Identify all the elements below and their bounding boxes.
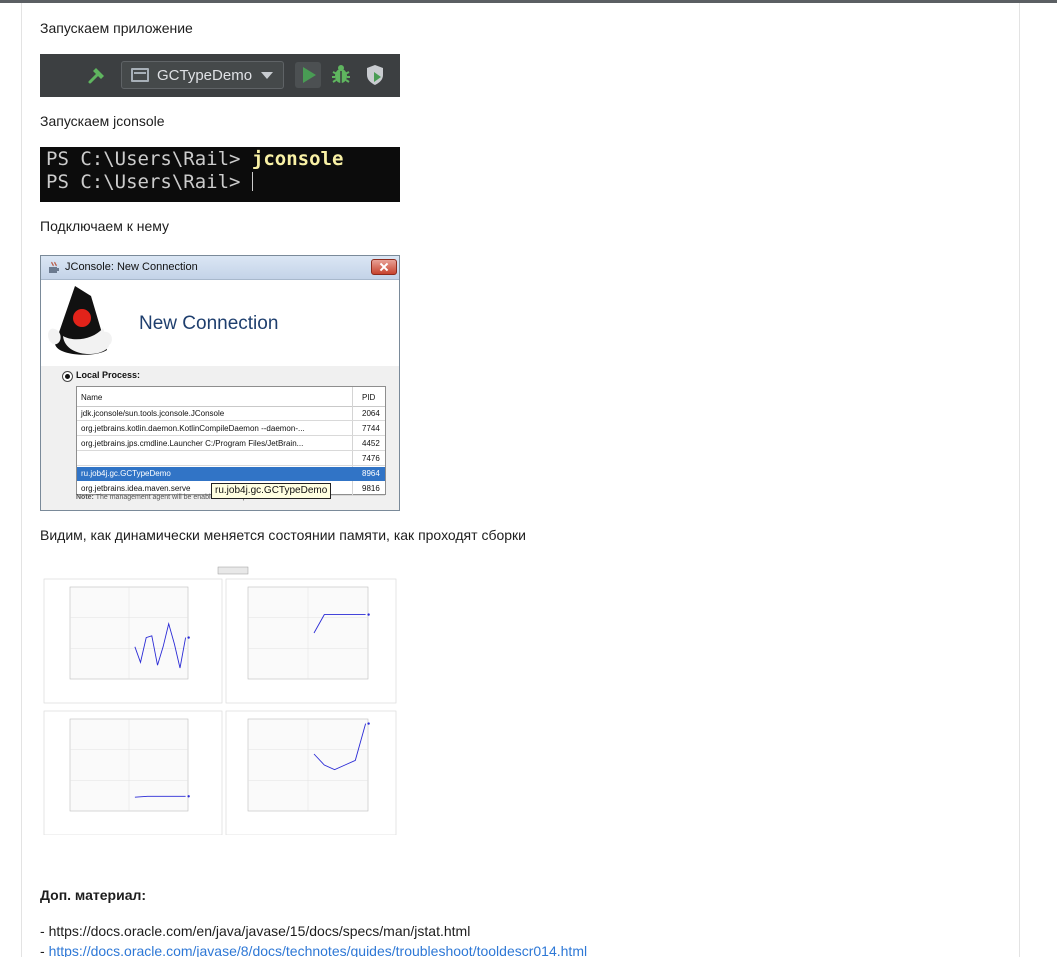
column-header-name[interactable]: Name: [81, 393, 102, 402]
dialog-heading: New Connection: [139, 313, 279, 334]
chevron-down-icon: [261, 72, 273, 79]
process-pid: 8964: [362, 469, 380, 478]
chart-series-marker: [367, 613, 370, 616]
duke-mascot-icon: [48, 286, 112, 355]
chart-series-marker: [187, 636, 190, 639]
dialog-header: New Connection: [41, 280, 399, 366]
extra-material-title: Доп. материал:: [40, 887, 147, 903]
time-range-select: [217, 566, 249, 575]
terminal-prompt: PS C:\Users\Rail>: [46, 148, 252, 170]
window-icon: [131, 68, 149, 82]
table-row[interactable]: 7476: [77, 452, 385, 466]
play-icon[interactable]: [295, 62, 321, 88]
ide-toolbar-screenshot: GCTypeDemo: [40, 54, 400, 97]
note-label: Note:: [76, 494, 94, 501]
terminal-command: jconsole: [251, 148, 344, 170]
dialog-titlebar: JConsole: New Connection: [41, 256, 399, 280]
list-bullet: -: [40, 923, 49, 939]
table-row-selected[interactable]: ru.job4j.gc.GCTypeDemo 8964: [77, 467, 385, 481]
terminal-cursor: [251, 172, 253, 191]
coverage-icon[interactable]: [363, 63, 387, 87]
extra-url-text: https://docs.oracle.com/en/java/javase/1…: [48, 923, 471, 939]
jconsole-overview-screenshot: [40, 561, 400, 835]
run-config-select[interactable]: GCTypeDemo: [121, 61, 284, 89]
local-process-label: Local Process:: [76, 370, 141, 380]
extra-link-row: - https://docs.oracle.com/en/java/javase…: [40, 923, 470, 940]
step-text-run-app: Запускаем приложение: [40, 20, 193, 36]
list-bullet: -: [40, 943, 49, 957]
overview-charts: [43, 566, 397, 835]
step-text-connect: Подключаем к нему: [40, 218, 170, 234]
dialog-title: JConsole: New Connection: [65, 261, 198, 273]
bug-icon[interactable]: [330, 63, 352, 85]
chart-series-marker: [367, 722, 370, 725]
table-row[interactable]: jdk.jconsole/sun.tools.jconsole.JConsole…: [77, 407, 385, 421]
terminal-line-2: PS C:\Users\Rail>: [46, 171, 394, 194]
process-table: Name PID jdk.jconsole/sun.tools.jconsole…: [76, 386, 386, 496]
process-table-header: Name PID: [77, 387, 385, 407]
local-process-radio[interactable]: [62, 371, 73, 382]
table-row[interactable]: org.jetbrains.jps.cmdline.Launcher C:/Pr…: [77, 437, 385, 451]
process-pid: 9816: [362, 484, 380, 493]
step-text-run-jconsole: Запускаем jconsole: [40, 113, 165, 129]
process-name: ru.job4j.gc.GCTypeDemo: [81, 469, 171, 478]
run-config-label: GCTypeDemo: [157, 67, 253, 84]
process-pid: 7744: [362, 424, 380, 433]
extra-url-link[interactable]: https://docs.oracle.com/javase/8/docs/te…: [49, 943, 588, 957]
jconsole-dialog-screenshot: JConsole: New Connection New Connection …: [40, 255, 400, 511]
process-pid: 2064: [362, 409, 380, 418]
process-pid: 4452: [362, 439, 380, 448]
extra-link-row: - https://docs.oracle.com/javase/8/docs/…: [40, 943, 587, 957]
step-text-watch-memory: Видим, как динамически меняется состояни…: [40, 527, 526, 543]
process-pid: 7476: [362, 454, 380, 463]
hammer-icon: [88, 68, 104, 84]
terminal-line-1: PS C:\Users\Rail> jconsole: [46, 148, 394, 171]
chart-series-marker: [187, 795, 190, 798]
java-cup-icon: [49, 261, 59, 273]
close-icon[interactable]: [371, 259, 397, 275]
process-name: jdk.jconsole/sun.tools.jconsole.JConsole: [81, 409, 225, 418]
process-name: org.jetbrains.kotlin.daemon.KotlinCompil…: [81, 424, 305, 433]
process-tooltip: ru.job4j.gc.GCTypeDemo: [211, 483, 332, 499]
process-name: org.jetbrains.idea.maven.serve: [81, 484, 191, 493]
terminal-screenshot: PS C:\Users\Rail> jconsole PS C:\Users\R…: [40, 147, 400, 202]
process-name: org.jetbrains.jps.cmdline.Launcher C:/Pr…: [81, 439, 304, 448]
column-header-pid[interactable]: PID: [362, 393, 375, 402]
table-row[interactable]: org.jetbrains.kotlin.daemon.KotlinCompil…: [77, 422, 385, 436]
terminal-prompt: PS C:\Users\Rail>: [46, 171, 252, 193]
